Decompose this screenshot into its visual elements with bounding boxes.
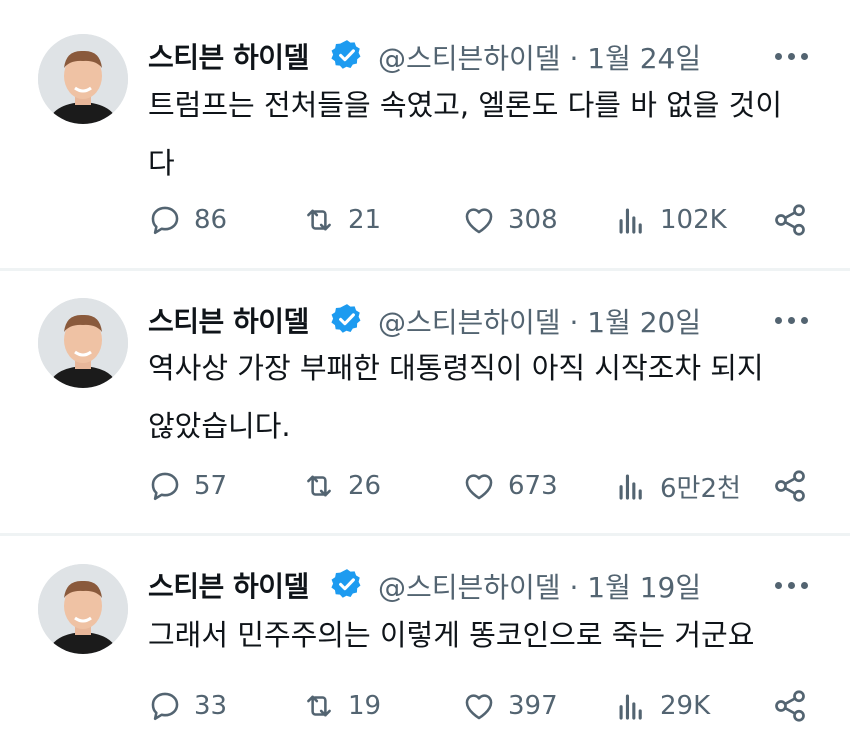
retweet-count: 26 [348, 471, 382, 501]
like-button[interactable]: 397 [462, 686, 558, 726]
reply-button[interactable]: 86 [148, 200, 227, 240]
profile-photo-icon[interactable] [38, 298, 128, 388]
reply-count: 86 [194, 205, 228, 235]
verified-badge-icon [331, 304, 361, 333]
like-count: 397 [508, 691, 558, 721]
tweet-actions: 57 26 673 6만2천 [0, 466, 850, 506]
heart-icon [465, 694, 493, 720]
views-chart-icon [619, 208, 642, 234]
share-icon[interactable] [772, 202, 808, 238]
handle-and-date[interactable]: @스티븐하이델 · 1월 24일 [378, 37, 701, 77]
like-count: 673 [508, 471, 558, 501]
display-name[interactable]: 스티븐 하이델 [148, 36, 309, 76]
view-count: 29K [660, 691, 711, 721]
view-count: 6만2천 [660, 473, 741, 504]
tweet[interactable]: 스티븐 하이델 @스티븐하이델 · 1월 19일 그래서 민주주의는 이렇게 똥… [0, 536, 850, 751]
retweet-button[interactable]: 21 [302, 200, 381, 240]
verified-badge-icon [331, 569, 361, 598]
heart-icon [465, 208, 493, 234]
reply-button[interactable]: 57 [148, 466, 227, 506]
retweet-count: 21 [348, 205, 382, 235]
view-count: 102K [660, 205, 727, 235]
display-name[interactable]: 스티븐 하이델 [148, 300, 309, 340]
heart-icon [465, 474, 493, 500]
handle-and-date[interactable]: @스티븐하이델 · 1월 19일 [378, 566, 701, 606]
reply-icon [151, 472, 179, 501]
tweet[interactable]: 스티븐 하이델 @스티븐하이델 · 1월 20일 역사상 가장 부패한 대통령직… [0, 271, 850, 533]
views-chart-icon [619, 474, 642, 500]
retweet-button[interactable]: 26 [302, 466, 381, 506]
like-button[interactable]: 673 [462, 466, 558, 506]
tweet-actions: 86 21 308 102K [0, 200, 850, 240]
verified-badge-icon [331, 40, 361, 69]
like-count: 308 [508, 205, 558, 235]
retweet-icon [307, 209, 331, 231]
handle-and-date[interactable]: @스티븐하이델 · 1월 20일 [378, 301, 701, 341]
share-icon[interactable] [772, 688, 808, 724]
retweet-icon [307, 475, 331, 497]
profile-photo-icon[interactable] [38, 564, 128, 654]
tweet-text: 역사상 가장 부패한 대통령직이 아직 시작조차 되지 않았습니다. [148, 351, 764, 443]
views-button[interactable]: 29K [614, 686, 710, 726]
profile-photo-icon[interactable] [38, 34, 128, 124]
share-icon[interactable] [772, 468, 808, 504]
more-options-icon[interactable] [775, 53, 809, 63]
more-options-icon[interactable] [775, 582, 809, 592]
tweet-text: 그래서 민주주의는 이렇게 똥코인으로 죽는 거군요 [148, 618, 755, 652]
reply-count: 33 [194, 691, 228, 721]
views-chart-icon [619, 694, 642, 720]
display-name[interactable]: 스티븐 하이델 [148, 565, 309, 605]
tweet-text: 트럼프는 전처들을 속였고, 엘론도 다를 바 없을 것이 다 [148, 88, 783, 180]
retweet-icon [307, 695, 331, 717]
tweet[interactable]: 스티븐 하이델 @스티븐하이델 · 1월 24일 트럼프는 전처들을 속였고, … [0, 0, 850, 268]
more-options-icon[interactable] [775, 317, 809, 327]
tweet-actions: 33 19 397 29K [0, 686, 850, 726]
reply-button[interactable]: 33 [148, 686, 227, 726]
retweet-button[interactable]: 19 [302, 686, 381, 726]
views-button[interactable]: 6만2천 [614, 466, 741, 506]
reply-count: 57 [194, 471, 228, 501]
retweet-count: 19 [348, 691, 382, 721]
like-button[interactable]: 308 [462, 200, 558, 240]
views-button[interactable]: 102K [614, 200, 727, 240]
reply-icon [151, 206, 179, 235]
reply-icon [151, 692, 179, 721]
